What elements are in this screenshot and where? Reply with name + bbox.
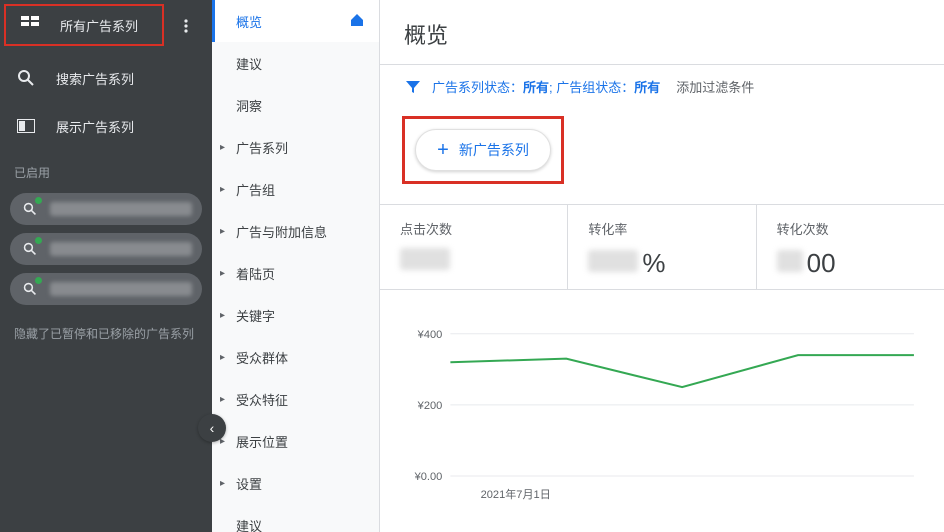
more-icon[interactable] <box>174 14 198 38</box>
caret-right-icon: ▸ <box>220 478 225 489</box>
sidebar-item-label: 展示广告系列 <box>56 117 134 136</box>
hidden-note: 隐藏了已暂停和已移除的广告系列 <box>0 309 212 358</box>
caret-right-icon: ▸ <box>220 352 225 363</box>
primary-sidebar: 所有广告系列 搜索广告系列 展示广告系列 已启用 <box>0 0 212 532</box>
layout-icon <box>14 114 38 138</box>
chart: ¥0.00 ¥200 ¥400 2021年7月1日 <box>380 289 944 519</box>
nav-item-campaigns[interactable]: ▸ 广告系列 <box>212 126 379 168</box>
search-icon <box>14 66 38 90</box>
nav-item-settings[interactable]: ▸ 设置 <box>212 462 379 504</box>
nav-item-overview[interactable]: 概览 <box>212 0 379 42</box>
nav-item-label: 建议 <box>236 54 262 73</box>
new-campaign-button[interactable]: + 新广告系列 <box>415 129 551 171</box>
nav-item-keywords[interactable]: ▸ 关键字 <box>212 294 379 336</box>
enabled-campaign-pill[interactable] <box>10 193 202 225</box>
nav-item-label: 广告组 <box>236 180 275 199</box>
card-cvr[interactable]: 转化率 % <box>568 205 756 289</box>
svg-text:2021年7月1日: 2021年7月1日 <box>481 487 551 501</box>
sidebar-item-display-campaigns[interactable]: 展示广告系列 <box>0 102 212 150</box>
search-icon <box>20 239 40 259</box>
nav-item-ads-extensions[interactable]: ▸ 广告与附加信息 <box>212 210 379 252</box>
nav-item-adgroups[interactable]: ▸ 广告组 <box>212 168 379 210</box>
status-dot-icon <box>35 237 42 244</box>
nav-item-landing-pages[interactable]: ▸ 着陆页 <box>212 252 379 294</box>
status-dot-icon <box>35 277 42 284</box>
card-label: 点击次数 <box>400 219 547 238</box>
nav-item-placements[interactable]: ▸展示位置 <box>212 420 379 462</box>
nav-item-label: 设置 <box>236 474 262 493</box>
caret-right-icon: ▸ <box>220 310 225 321</box>
sidebar-item-search-campaigns[interactable]: 搜索广告系列 <box>0 54 212 102</box>
search-icon <box>20 279 40 299</box>
nav-item-label: 受众特征 <box>236 390 288 409</box>
card-label: 转化率 <box>588 219 735 238</box>
nav-item-insights[interactable]: 洞察 <box>212 84 379 126</box>
card-label: 转化次数 <box>777 219 924 238</box>
new-campaign-label: 新广告系列 <box>459 140 529 160</box>
svg-text:¥0.00: ¥0.00 <box>414 471 443 483</box>
metric-cards: 点击次数 转化率 % 转化次数 00 <box>380 204 944 289</box>
card-value-blurred <box>400 248 450 270</box>
new-campaign-highlight: + 新广告系列 <box>402 116 564 184</box>
enabled-section-label: 已启用 <box>0 150 212 189</box>
filter-campaign-status[interactable]: 广告系列状态：所有; 广告组状态：所有 <box>432 77 660 96</box>
search-icon <box>20 199 40 219</box>
caret-right-icon: ▸ <box>220 226 225 237</box>
card-value-blurred <box>588 250 638 272</box>
nav-item-label: 关键字 <box>236 306 275 325</box>
campaign-name-blurred <box>50 242 192 256</box>
svg-text:¥200: ¥200 <box>417 400 443 412</box>
filter-icon[interactable] <box>404 78 422 96</box>
sidebar-item-label: 所有广告系列 <box>60 16 138 35</box>
nav-item-recommendations-2[interactable]: 建议 <box>212 504 379 532</box>
sidebar-item-all-campaigns[interactable]: 所有广告系列 <box>4 4 164 46</box>
caret-right-icon: ▸ <box>220 184 225 195</box>
caret-right-icon: ▸ <box>220 394 225 405</box>
nav-item-label: 展示位置 <box>236 432 288 451</box>
nav-item-label: 建议 <box>236 516 262 532</box>
sidebar-item-label: 搜索广告系列 <box>56 69 134 88</box>
nav-item-label: 着陆页 <box>236 264 275 283</box>
campaign-name-blurred <box>50 282 192 296</box>
chevron-left-icon: ‹ <box>210 420 215 436</box>
enabled-campaign-pill[interactable] <box>10 273 202 305</box>
plus-icon: + <box>437 140 449 160</box>
caret-right-icon: ▸ <box>220 142 225 153</box>
collapse-sidebar-button[interactable]: ‹ <box>198 414 226 442</box>
add-filter-button[interactable]: 添加过滤条件 <box>676 77 754 96</box>
home-icon <box>349 12 365 31</box>
campaign-name-blurred <box>50 202 192 216</box>
nav-item-demographics[interactable]: ▸ 受众特征 <box>212 378 379 420</box>
nav-item-label: 概览 <box>236 12 262 31</box>
card-value-blurred <box>777 250 803 272</box>
svg-text:¥400: ¥400 <box>417 329 443 341</box>
caret-right-icon: ▸ <box>220 268 225 279</box>
card-conversions[interactable]: 转化次数 00 <box>757 205 944 289</box>
nav-item-label: 洞察 <box>236 96 262 115</box>
nav-item-label: 广告系列 <box>236 138 288 157</box>
grid-icon <box>18 13 42 37</box>
nav-item-label: 受众群体 <box>236 348 288 367</box>
enabled-campaign-pill[interactable] <box>10 233 202 265</box>
filter-bar: 广告系列状态：所有; 广告组状态：所有 添加过滤条件 <box>380 65 944 108</box>
card-clicks[interactable]: 点击次数 <box>380 205 568 289</box>
page-title: 概览 <box>380 0 944 64</box>
nav-item-recommendations[interactable]: 建议 <box>212 42 379 84</box>
secondary-nav: 概览 建议 洞察 ▸ 广告系列 ▸ 广告组 ▸ 广告与附加信息 ▸ 着陆页 ▸ 关键字 ▸… <box>212 0 380 532</box>
nav-item-label: 广告与附加信息 <box>236 222 327 241</box>
main-content: 概览 广告系列状态：所有; 广告组状态：所有 添加过滤条件 + 新广告系列 点击… <box>380 0 944 532</box>
status-dot-icon <box>35 197 42 204</box>
nav-item-audience-segments[interactable]: ▸ 受众群体 <box>212 336 379 378</box>
